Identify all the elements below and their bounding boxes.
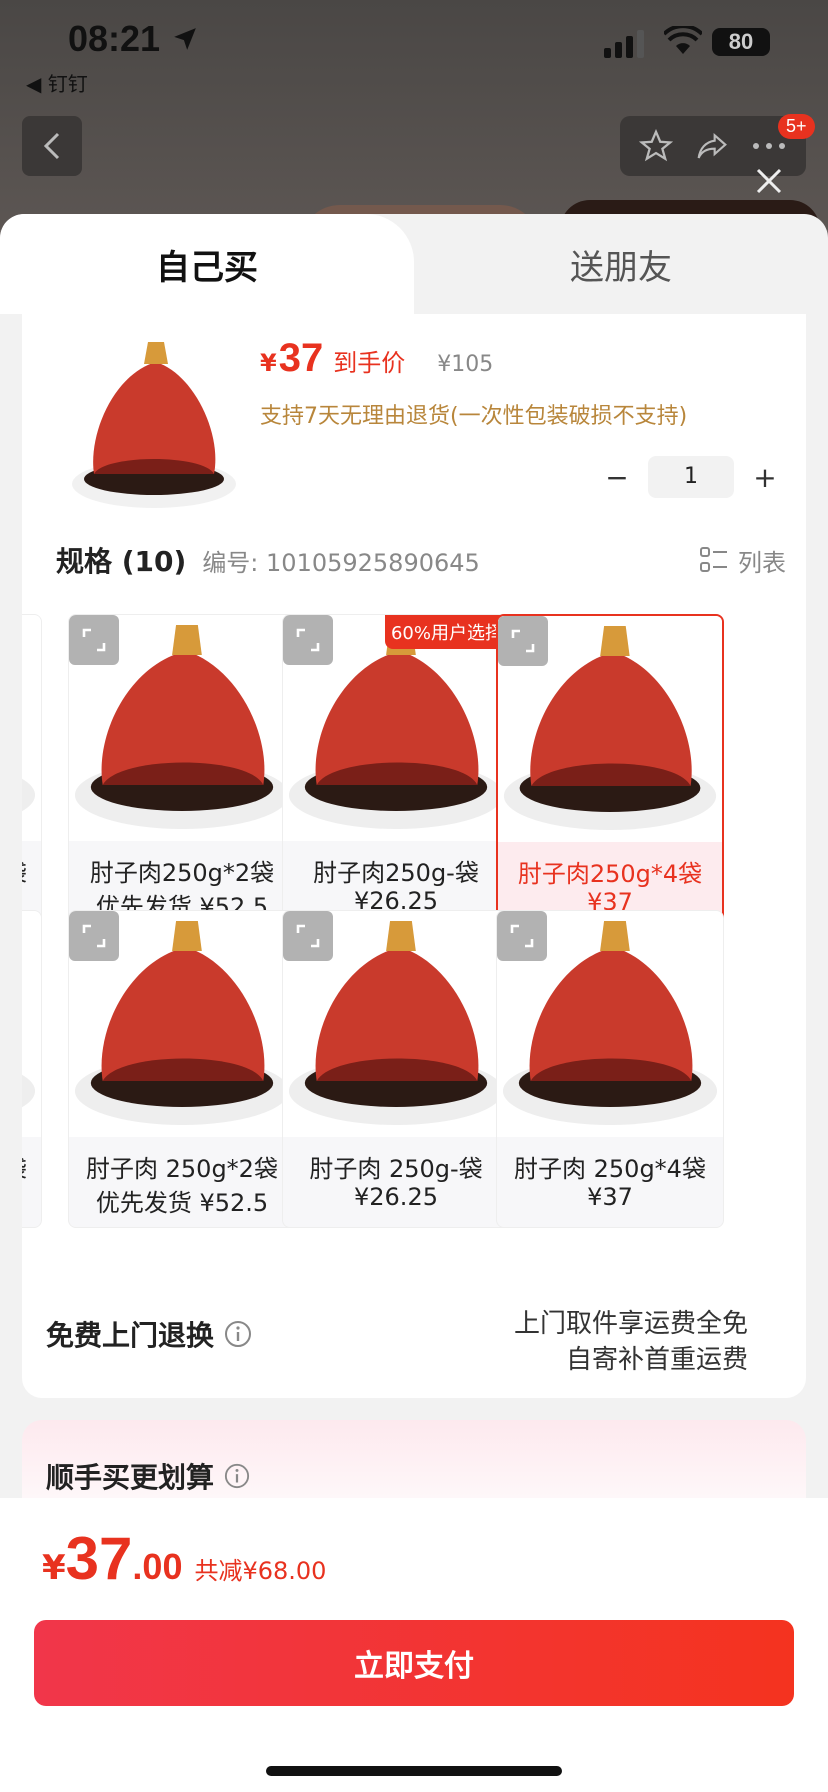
- bundle-title-label: 顺手买更划算: [46, 1461, 215, 1494]
- sku-price: ¥37: [587, 1183, 633, 1211]
- decrease-quantity-button[interactable]: −: [602, 461, 632, 494]
- more-icon[interactable]: [751, 141, 787, 151]
- sku-price: 优先发货 ¥52.5: [95, 1189, 269, 1217]
- sku-option[interactable]: 肘子肉250g*4袋 ¥37: [496, 614, 724, 932]
- sku-image: [22, 615, 41, 841]
- info-icon[interactable]: [224, 1320, 252, 1348]
- quantity-stepper: − 1 +: [602, 456, 780, 498]
- price-row: ¥37 到手价 ¥105: [260, 336, 493, 381]
- sku-option[interactable]: 肘子肉250g*2袋 优先发货 ¥52.5: [68, 614, 296, 932]
- expand-image-icon[interactable]: [498, 616, 548, 666]
- expand-image-icon[interactable]: [69, 615, 119, 665]
- free-return-line-1: 上门取件享运费全免: [513, 1309, 748, 1339]
- expand-image-icon[interactable]: [69, 911, 119, 961]
- popular-choice-badge: 60%用户选择: [384, 615, 509, 649]
- sku-option[interactable]: 肘子肉 250g-袋 ¥26.25: [282, 910, 510, 1228]
- sku-option[interactable]: 肘子肉 250g*4袋 ¥37: [496, 910, 724, 1228]
- sku-name: 袋: [22, 853, 41, 888]
- cellular-signal-icon: [604, 30, 644, 58]
- spec-title: 规格 (10): [56, 545, 187, 578]
- pay-now-button[interactable]: 立即支付: [34, 1620, 794, 1706]
- quantity-input[interactable]: 1: [648, 456, 734, 498]
- sku-option[interactable]: 肘子肉 250g*2袋 优先发货 ¥52.5: [68, 910, 296, 1228]
- sku-image: [22, 911, 41, 1137]
- home-indicator: [266, 1766, 562, 1776]
- sku-option[interactable]: 袋: [22, 910, 42, 1228]
- bundle-title: 顺手买更划算: [46, 1456, 250, 1496]
- final-price: 37: [278, 336, 324, 380]
- free-return-title: 免费上门退换: [46, 1314, 252, 1354]
- purchase-tabs: 送朋友 自己买: [0, 214, 828, 314]
- sku-name: 肘子肉250g-袋: [313, 859, 479, 887]
- spec-header: 规格 (10) 编号: 10105925890645 列表: [56, 540, 786, 580]
- spec-code: 编号: 10105925890645: [202, 548, 480, 577]
- status-bar: 08:21 ◀ 钉钉 80: [0, 18, 828, 98]
- total-currency: ¥: [42, 1548, 66, 1588]
- sku-option[interactable]: 袋: [22, 614, 42, 932]
- back-to-app-link[interactable]: ◀ 钉钉: [26, 68, 88, 97]
- total-decimal: .00: [132, 1546, 183, 1587]
- list-view-label: 列表: [738, 548, 786, 577]
- expand-image-icon[interactable]: [283, 911, 333, 961]
- product-thumbnail[interactable]: [64, 334, 244, 514]
- sku-name: 肘子肉250g*4袋: [517, 860, 703, 888]
- free-return-line-2: 自寄补首重运费: [565, 1345, 748, 1375]
- sku-option[interactable]: 60%用户选择 肘子肉250g-袋 ¥26.25: [282, 614, 510, 932]
- sku-price: ¥26.25: [354, 1183, 438, 1211]
- battery-indicator: 80: [712, 28, 770, 56]
- expand-image-icon[interactable]: [283, 615, 333, 665]
- list-icon: [700, 547, 727, 572]
- tab-gift-friend[interactable]: 送朋友: [414, 214, 828, 314]
- total-price: ¥ 37 .00 共减¥68.00: [42, 1524, 326, 1593]
- increase-quantity-button[interactable]: +: [750, 461, 780, 494]
- sku-grid: 袋肘子肉250g*2袋优先发货 ¥52.560%用户选择肘子肉250g-袋¥26…: [22, 614, 806, 1274]
- info-icon[interactable]: [224, 1463, 250, 1489]
- expand-image-icon[interactable]: [497, 911, 547, 961]
- total-integer: 37: [65, 1525, 133, 1592]
- product-options-card: ¥37 到手价 ¥105 支持7天无理由退货(一次性包装破损不支持) − 1 +…: [22, 314, 806, 1398]
- sku-name: 袋: [22, 1149, 41, 1184]
- original-price: ¥105: [437, 352, 494, 377]
- total-saving: 共减¥68.00: [194, 1557, 327, 1585]
- sku-name: 肘子肉 250g*4袋: [514, 1155, 706, 1183]
- price-currency: ¥: [260, 349, 277, 377]
- sku-name: 肘子肉 250g*2袋: [86, 1155, 278, 1183]
- location-arrow-icon: [174, 28, 196, 50]
- status-time: 08:21: [68, 18, 161, 59]
- list-view-toggle[interactable]: 列表: [700, 543, 786, 578]
- sku-name: 肘子肉 250g-袋: [309, 1155, 483, 1183]
- star-icon[interactable]: [638, 129, 673, 163]
- free-return-details: 上门取件享运费全免 自寄补首重运费: [514, 1306, 748, 1378]
- return-policy-note: 支持7天无理由退货(一次性包装破损不支持): [260, 404, 688, 429]
- final-price-label: 到手价: [333, 349, 406, 377]
- chevron-left-icon: [43, 132, 60, 160]
- share-icon[interactable]: [694, 130, 730, 162]
- sku-name: 肘子肉250g*2袋: [89, 859, 275, 887]
- notification-badge: 5+: [778, 114, 815, 139]
- wifi-icon: [664, 26, 702, 54]
- tab-buy-self[interactable]: 自己买: [0, 214, 414, 314]
- free-return-label: 免费上门退换: [46, 1319, 215, 1352]
- back-button[interactable]: [22, 116, 82, 176]
- checkout-footer: ¥ 37 .00 共减¥68.00 立即支付: [0, 1498, 828, 1792]
- close-icon[interactable]: [754, 166, 784, 196]
